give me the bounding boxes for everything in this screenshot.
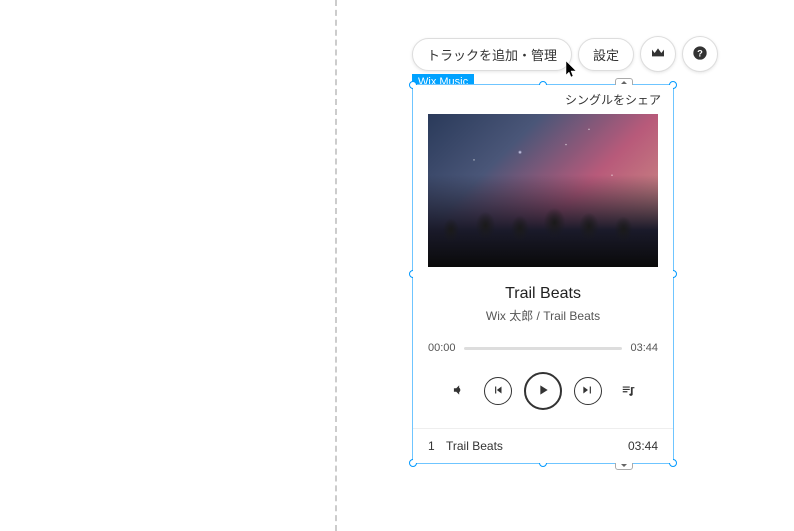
time-duration: 03:44	[630, 342, 658, 354]
track-list: 1 Trail Beats 03:44	[413, 428, 673, 463]
previous-button[interactable]	[484, 377, 512, 405]
crown-icon	[650, 45, 666, 64]
player-controls	[413, 372, 673, 410]
play-icon	[535, 382, 551, 401]
next-button[interactable]	[574, 377, 602, 405]
track-duration: 03:44	[628, 439, 658, 453]
help-button[interactable]: ?	[682, 36, 718, 72]
svg-text:?: ?	[697, 48, 703, 58]
progress-row: 00:00 03:44	[413, 342, 673, 354]
page-divider	[335, 0, 337, 531]
widget-toolbar: トラックを追加・管理 設定 ?	[412, 36, 718, 72]
track-number: 1	[428, 439, 446, 453]
track-title: Trail Beats	[413, 285, 673, 303]
track-subtitle: Wix 太郎 / Trail Beats	[413, 307, 673, 324]
add-manage-tracks-button[interactable]: トラックを追加・管理	[412, 38, 572, 71]
progress-bar[interactable]	[464, 347, 623, 350]
music-player-widget: シングルをシェア Trail Beats Wix 太郎 / Trail Beat…	[413, 85, 673, 463]
playlist-button[interactable]	[614, 377, 642, 405]
help-icon: ?	[692, 45, 708, 64]
play-button[interactable]	[524, 372, 562, 410]
skip-forward-icon	[581, 383, 595, 400]
settings-button[interactable]: 設定	[578, 38, 634, 71]
cover-crowd	[428, 175, 658, 267]
volume-button[interactable]	[444, 377, 472, 405]
widget-selection-frame[interactable]: シングルをシェア Trail Beats Wix 太郎 / Trail Beat…	[412, 84, 674, 464]
time-elapsed: 00:00	[428, 342, 456, 354]
volume-icon	[451, 383, 465, 400]
premium-button[interactable]	[640, 36, 676, 72]
list-item[interactable]: 1 Trail Beats 03:44	[413, 429, 673, 463]
album-cover	[428, 114, 658, 267]
track-name: Trail Beats	[446, 439, 628, 453]
share-single-link[interactable]: シングルをシェア	[413, 85, 673, 112]
skip-back-icon	[491, 383, 505, 400]
playlist-icon	[621, 383, 635, 400]
